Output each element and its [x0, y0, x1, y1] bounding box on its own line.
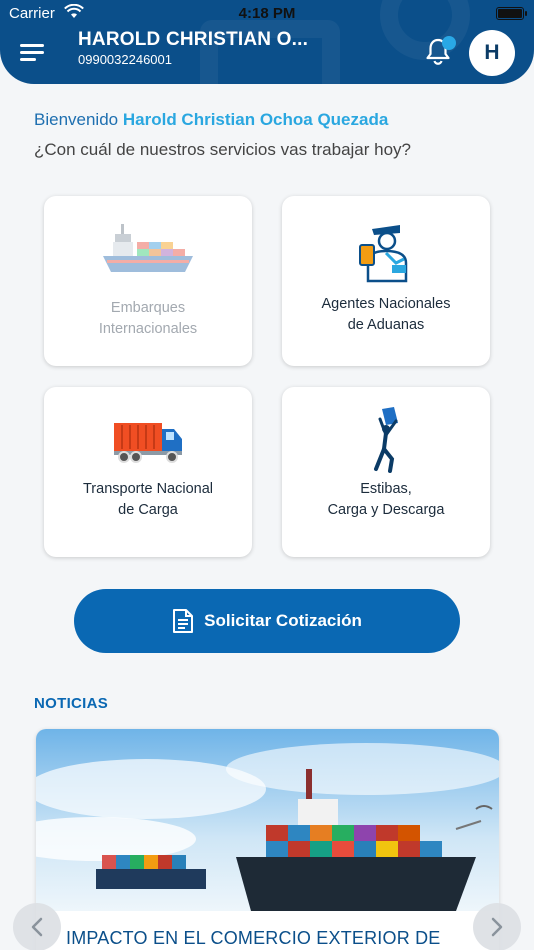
notification-dot: [442, 36, 456, 50]
news-headline: IMPACTO EN EL COMERCIO EXTERIOR DE: [66, 928, 441, 948]
news-prev-button[interactable]: [13, 903, 61, 950]
clock: 4:18 PM: [238, 5, 296, 22]
avatar[interactable]: H: [469, 30, 515, 76]
service-label: Transporte Nacional de Carga: [54, 479, 242, 521]
request-quote-button[interactable]: Solicitar Cotización: [74, 589, 460, 653]
services-question: ¿Con cuál de nuestros servicios vas trab…: [34, 140, 412, 159]
hamburger-icon: [20, 44, 44, 47]
news-section-title: NOTICIAS: [34, 695, 109, 712]
request-quote-label: Solicitar Cotización: [204, 611, 362, 630]
truck-icon: [44, 409, 252, 475]
service-label-line2: Internacionales: [98, 321, 198, 337]
chevron-left-icon: [31, 917, 43, 937]
service-card-aduanas[interactable]: Agentes Nacionales de Aduanas: [282, 196, 490, 366]
greeting: Bienvenido: [34, 110, 119, 129]
service-card-transporte[interactable]: Transporte Nacional de Carga: [44, 387, 252, 557]
notifications-button[interactable]: [422, 36, 456, 68]
service-label-line1: Estibas,: [360, 481, 412, 497]
news-next-button[interactable]: [473, 903, 521, 950]
stevedore-icon: [282, 407, 490, 473]
news-image: [36, 729, 499, 911]
menu-button[interactable]: [20, 42, 46, 64]
battery-icon: [496, 7, 524, 20]
cargo-ship-icon: [44, 218, 252, 284]
service-label: Embarques Internacionales: [54, 298, 242, 340]
welcome-user-name: Harold Christian Ochoa Quezada: [122, 110, 389, 129]
news-card[interactable]: IMPACTO EN EL COMERCIO EXTERIOR DE: [36, 729, 499, 950]
service-label-line2: de Carga: [118, 502, 178, 518]
hamburger-line: [20, 58, 36, 61]
service-label: Estibas, Carga y Descarga: [292, 479, 480, 521]
chevron-right-icon: [491, 917, 503, 937]
app-header: Carrier 4:18 PM HAROLD CHRISTIAN O... 09…: [0, 0, 534, 84]
service-card-embarques[interactable]: Embarques Internacionales: [44, 196, 252, 366]
document-icon: [173, 609, 194, 633]
battery-tip: [525, 11, 527, 16]
service-label-line1: Agentes Nacionales: [321, 296, 451, 312]
service-label-line2: de Aduanas: [347, 317, 425, 333]
service-label-line1: Transporte Nacional: [82, 481, 214, 497]
app-screen: Carrier 4:18 PM HAROLD CHRISTIAN O... 09…: [0, 0, 534, 950]
welcome-text: Bienvenido Harold Christian Ochoa Quezad…: [34, 110, 388, 130]
customs-agent-icon: [282, 218, 490, 284]
hamburger-line: [20, 51, 44, 54]
service-card-estibas[interactable]: Estibas, Carga y Descarga: [282, 387, 490, 557]
status-bar: Carrier 4:18 PM: [0, 0, 534, 28]
service-label-line1: Embarques: [110, 300, 186, 316]
service-label: Agentes Nacionales de Aduanas: [292, 294, 480, 336]
user-id: 0990032246001: [78, 52, 172, 67]
service-label-line2: Carga y Descarga: [327, 502, 445, 518]
user-name: HAROLD CHRISTIAN O...: [78, 29, 309, 50]
